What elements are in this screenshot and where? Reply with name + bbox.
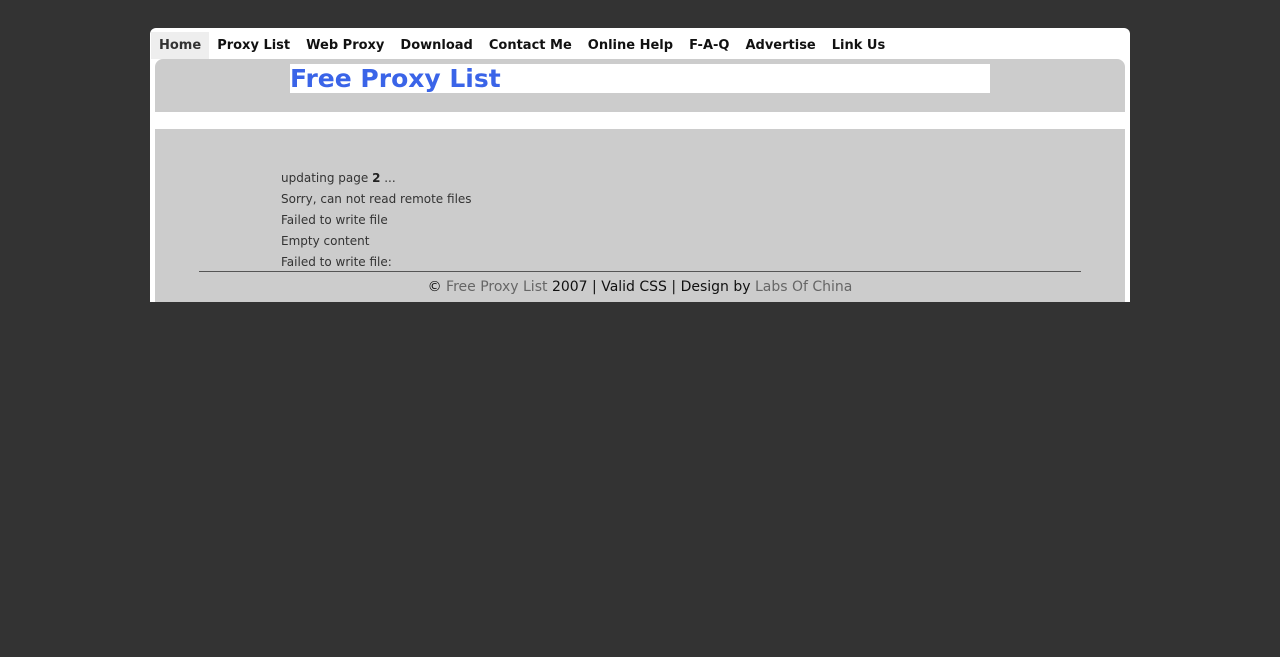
status-messages: updating page 2 ... Sorry, can not read … bbox=[281, 168, 472, 273]
nav-proxy-list[interactable]: Proxy List bbox=[209, 32, 298, 59]
footer-design-by: Design by bbox=[680, 279, 751, 295]
title-box: Free Proxy List bbox=[290, 64, 990, 93]
site-title: Free Proxy List bbox=[290, 64, 501, 93]
nav-advertise[interactable]: Advertise bbox=[737, 32, 823, 59]
error-message: Empty content bbox=[281, 234, 370, 248]
nav-link-us[interactable]: Link Us bbox=[824, 32, 893, 59]
copyright-symbol: © bbox=[427, 279, 442, 295]
footer-designer-link[interactable]: Labs Of China bbox=[755, 279, 852, 295]
footer: © Free Proxy List 2007 | Valid CSS | Des… bbox=[155, 277, 1125, 297]
page-wrapper: Home Proxy List Web Proxy Download Conta… bbox=[150, 28, 1130, 302]
main-nav: Home Proxy List Web Proxy Download Conta… bbox=[151, 32, 893, 59]
nav-contact-me[interactable]: Contact Me bbox=[481, 32, 580, 59]
error-message: Failed to write file bbox=[281, 213, 388, 227]
content-panel: updating page 2 ... Sorry, can not read … bbox=[155, 129, 1125, 302]
error-message: Failed to write file: bbox=[281, 255, 392, 269]
nav-faq[interactable]: F-A-Q bbox=[681, 32, 737, 59]
site-header: Free Proxy List bbox=[155, 59, 1125, 112]
footer-site-link[interactable]: Free Proxy List bbox=[446, 279, 547, 295]
error-message: Sorry, can not read remote files bbox=[281, 192, 472, 206]
nav-web-proxy[interactable]: Web Proxy bbox=[298, 32, 392, 59]
nav-download[interactable]: Download bbox=[392, 32, 480, 59]
footer-divider bbox=[199, 271, 1081, 272]
updating-message: updating page 2 ... bbox=[281, 168, 472, 189]
footer-separator: | bbox=[592, 279, 597, 295]
updating-suffix: ... bbox=[380, 171, 396, 185]
footer-separator: | bbox=[671, 279, 677, 295]
nav-online-help[interactable]: Online Help bbox=[580, 32, 681, 59]
nav-home[interactable]: Home bbox=[151, 32, 210, 59]
updating-prefix: updating page bbox=[281, 171, 373, 185]
footer-valid-css[interactable]: Valid CSS bbox=[601, 279, 667, 295]
footer-year: 2007 bbox=[551, 279, 588, 295]
